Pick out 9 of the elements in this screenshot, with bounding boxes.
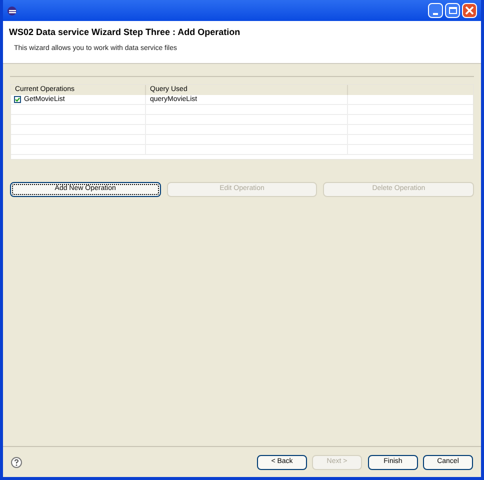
wizard-title: WS02 Data service Wizard Step Three : Add Operation: [9, 26, 242, 39]
maximize-button[interactable]: [445, 3, 460, 18]
checkmark-icon: [15, 97, 20, 102]
row-checkbox[interactable]: [14, 96, 21, 103]
close-button[interactable]: [462, 3, 477, 18]
app-icon: [7, 6, 17, 16]
minimize-button[interactable]: [428, 3, 443, 18]
help-icon[interactable]: [11, 456, 22, 468]
close-icon: [465, 6, 474, 15]
